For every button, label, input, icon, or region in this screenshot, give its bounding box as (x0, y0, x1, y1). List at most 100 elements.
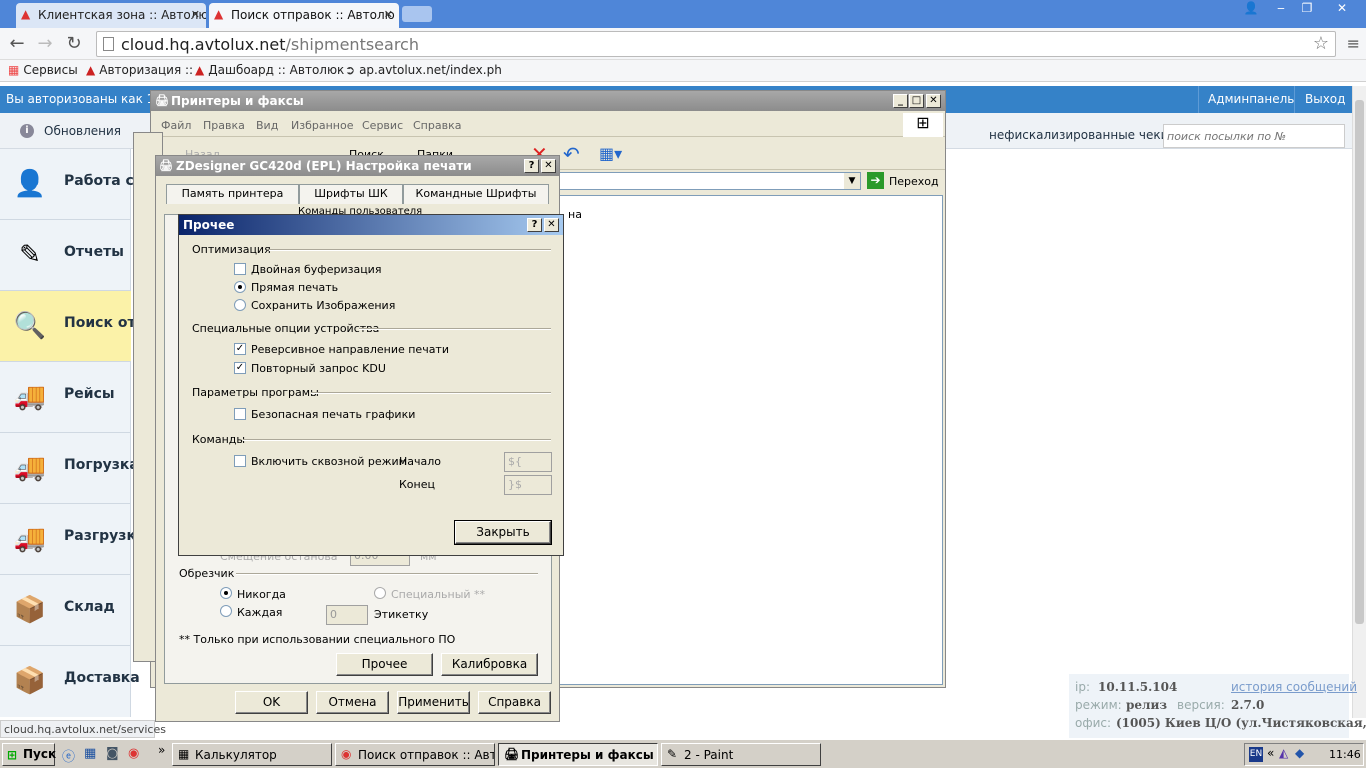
cutter-special-radio[interactable] (374, 587, 386, 599)
cutter-never-radio[interactable] (220, 587, 232, 599)
close-window-icon[interactable]: ✕ (1328, 0, 1356, 18)
close-dialog-button[interactable]: Закрыть (454, 520, 552, 545)
tab-command-fonts[interactable]: Командные Шрифты (403, 184, 549, 204)
message-history-link[interactable]: история сообщений (1231, 680, 1357, 694)
dropdown-arrow-icon[interactable]: ▼ (844, 173, 860, 189)
ip-label: ip: (1075, 680, 1090, 694)
tab-printer-memory[interactable]: Память принтера (166, 184, 299, 204)
browser-tab-client-zone[interactable]: ▲ Клиентская зона :: Автолю ✕ (16, 3, 206, 28)
minimize-button[interactable]: _ (893, 94, 908, 108)
passthrough-checkbox[interactable] (234, 455, 246, 467)
ok-button[interactable]: OK (235, 691, 308, 714)
sidebar-item-warehouse[interactable]: 📦 Склад (0, 575, 131, 646)
tab-barcode-fonts[interactable]: Шрифты ШК (299, 184, 403, 204)
save-images-label: Сохранить Изображения (251, 299, 396, 312)
bookmark-authorization[interactable]: ▲ Авторизация :: (86, 63, 193, 77)
menu-file[interactable]: Файл (161, 119, 191, 132)
apply-button[interactable]: Применить (397, 691, 470, 714)
menu-edit[interactable]: Правка (203, 119, 245, 132)
taskbar-item-printers[interactable]: 🖨 Принтеры и факсы (498, 743, 658, 766)
menu-help[interactable]: Справка (413, 119, 461, 132)
tray-app-icon[interactable]: ◭ (1279, 746, 1288, 760)
sidebar-item-reports[interactable]: ✎ Отчеты (0, 220, 131, 291)
start-field[interactable]: ${ (504, 452, 552, 472)
end-field[interactable]: }$ (504, 475, 552, 495)
chrome-icon[interactable]: ◉ (128, 746, 139, 761)
cancel-button[interactable]: Отмена (316, 691, 389, 714)
forward-arrow-icon[interactable]: → (34, 33, 56, 54)
menu-icon[interactable]: ≡ (1347, 34, 1360, 53)
sidebar-item-clients[interactable]: 👤 Работа с к (0, 149, 148, 220)
updates-link[interactable]: Обновления (44, 124, 121, 138)
fiscal-receipts-link[interactable]: нефискализированные чеки (989, 128, 1168, 142)
admin-panel-link[interactable]: Админпанель (1208, 92, 1294, 106)
word-icon[interactable]: ▦ (84, 746, 96, 761)
other-button[interactable]: Прочее (336, 653, 433, 676)
help-button[interactable]: ? (527, 218, 542, 232)
taskbar-item-label: 2 - Paint (684, 748, 734, 762)
close-tab-icon[interactable]: ✕ (384, 8, 393, 21)
bookmark-star-icon[interactable]: ☆ (1313, 33, 1329, 54)
reload-icon[interactable]: ↻ (63, 33, 85, 54)
tray-network-icon[interactable]: ◆ (1295, 746, 1304, 760)
taskbar-item-chrome[interactable]: ◉ Поиск отправок :: Авто... (335, 743, 495, 766)
overflow-chevron-icon[interactable]: » (158, 743, 165, 757)
close-button[interactable]: ✕ (926, 94, 941, 108)
profile-icon[interactable]: 👤 (1238, 0, 1264, 18)
restore-icon[interactable]: ❐ (1294, 0, 1320, 18)
taskbar-item-calculator[interactable]: ▦ Калькулятор (172, 743, 332, 766)
close-button[interactable]: ✕ (541, 159, 556, 173)
menu-view[interactable]: Вид (256, 119, 278, 132)
browser-tab-shipment-search[interactable]: ▲ Поиск отправок :: Автолю ✕ (209, 3, 399, 28)
bookmark-dashboard[interactable]: ▲ Дашбоард :: Автолюк (195, 63, 344, 77)
cutter-special-label: Специальный ** (391, 588, 486, 601)
sidebar-item-loading[interactable]: 🚚 Погрузка (0, 433, 139, 504)
page-scrollbar[interactable] (1352, 86, 1366, 718)
parcel-search-input[interactable] (1163, 124, 1345, 148)
ie-icon[interactable]: ⓔ (62, 746, 75, 765)
bookmark-ap[interactable]: ➲ ap.avtolux.net/index.ph (345, 63, 502, 77)
version-label: версия: (1177, 698, 1225, 712)
address-bar[interactable]: cloud.hq.avtolux.net/shipmentsearch ☆ (96, 31, 1336, 57)
reverse-print-checkbox[interactable]: ✓ (234, 343, 246, 355)
cutter-each-radio[interactable] (220, 605, 232, 617)
bookmarks-bar: ▦ Сервисы ▲ Авторизация :: ▲ Дашбоард :: Ав… (0, 60, 1366, 82)
close-button[interactable]: ✕ (544, 218, 559, 232)
minimize-icon[interactable]: ‒ (1268, 0, 1294, 18)
help-button[interactable]: ? (524, 159, 539, 173)
scrollbar-thumb[interactable] (1355, 100, 1364, 624)
maximize-button[interactable]: □ (909, 94, 924, 108)
undo-icon[interactable]: ↶ (563, 142, 580, 166)
language-indicator[interactable]: EN (1249, 747, 1263, 762)
menu-tools[interactable]: Сервис (362, 119, 403, 132)
help-dialog-button[interactable]: Справка (478, 691, 551, 714)
back-arrow-icon[interactable]: ← (6, 33, 28, 54)
double-buffer-checkbox[interactable] (234, 263, 246, 275)
safe-graphics-checkbox[interactable] (234, 408, 246, 420)
taskbar-item-paint[interactable]: ✎ 2 - Paint (661, 743, 821, 766)
sidebar-item-unloading[interactable]: 🚚 Разгрузка (0, 504, 145, 575)
printer-icon: 🖨 (504, 747, 520, 761)
start-button[interactable]: ⊞ Пуск (2, 743, 56, 766)
sidebar-item-delivery[interactable]: 📦 Доставка (0, 646, 140, 717)
kdu-retry-checkbox[interactable]: ✓ (234, 362, 246, 374)
kdu-retry-label: Повторный запрос KDU (251, 362, 386, 375)
logout-link[interactable]: Выход (1305, 92, 1345, 106)
menu-favorites[interactable]: Избранное (291, 119, 353, 132)
views-icon[interactable]: ▦▾ (599, 144, 622, 163)
clock[interactable]: 11:46 (1329, 748, 1361, 761)
calibrate-button[interactable]: Калибровка (441, 653, 538, 676)
direct-print-radio[interactable] (234, 281, 246, 293)
bookmark-services[interactable]: ▦ Сервисы (8, 63, 78, 77)
new-tab-button[interactable] (402, 6, 432, 22)
explorer-icon[interactable]: ◙ (106, 746, 119, 761)
go-button[interactable]: ➔ Переход (867, 172, 939, 190)
sidebar-item-trips[interactable]: 🚚 Рейсы (0, 362, 131, 433)
sidebar-item-search[interactable]: 🔍 Поиск отп (0, 291, 145, 362)
close-tab-icon[interactable]: ✕ (191, 8, 200, 21)
cutter-each-field[interactable]: 0 (326, 605, 368, 625)
address-combo[interactable]: ▼ (551, 172, 861, 190)
tray-expand-icon[interactable]: « (1267, 746, 1274, 760)
save-images-radio[interactable] (234, 299, 246, 311)
end-label: Конец (399, 478, 435, 491)
